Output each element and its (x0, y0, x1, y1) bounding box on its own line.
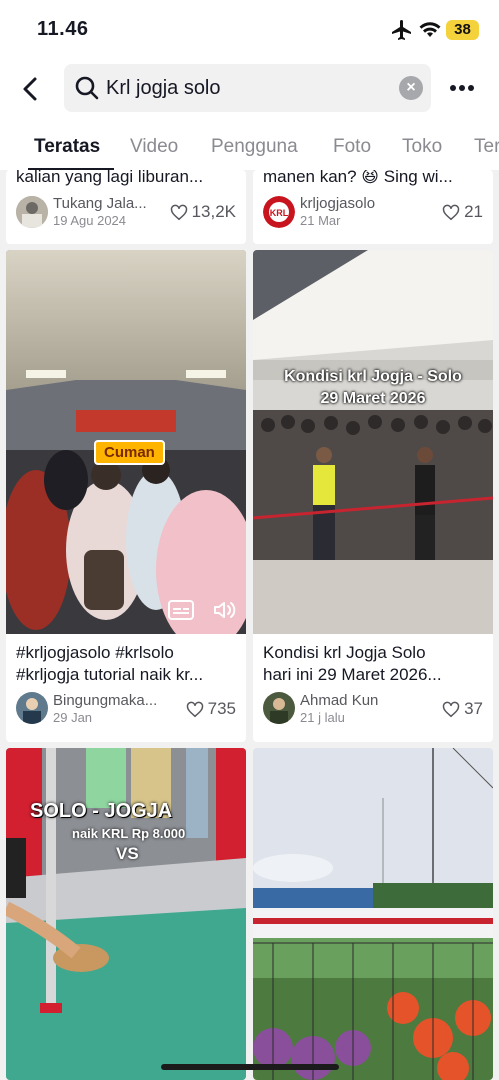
avatar[interactable]: KRL (263, 196, 295, 228)
like-count[interactable]: 37 (442, 699, 483, 719)
status-bar: 11.46 38 (0, 0, 499, 60)
photo-thumbnail[interactable] (253, 748, 493, 1080)
heart-icon (442, 204, 460, 220)
wifi-icon (419, 22, 441, 37)
overlay-title: SOLO - JOGJA (30, 800, 173, 822)
result-card[interactable]: Cuman #krljogjasolo #krlsolo #krljogja t… (6, 250, 246, 742)
video-thumbnail[interactable]: Kondisi krl Jogja - Solo 29 Maret 2026 (253, 250, 493, 634)
result-card[interactable]: Kondisi krl Jogja - Solo 29 Maret 2026 K… (253, 250, 493, 742)
back-arrow-icon[interactable] (16, 74, 46, 104)
card-caption: manen kan? 😆 Sing wi... (263, 170, 453, 186)
status-time: 11.46 (37, 18, 89, 40)
card-date: 21 j lalu (300, 710, 345, 725)
heart-icon (170, 204, 187, 220)
search-bar[interactable]: Krl jogja solo × (64, 64, 431, 112)
heart-icon (186, 701, 203, 717)
video-thumbnail[interactable]: SOLO - JOGJA naik KRL Rp 8.000 VS (6, 748, 246, 1080)
like-count[interactable]: 13,2K (170, 202, 236, 222)
card-caption-line2: #krljogja tutorial naik kr... (16, 665, 204, 684)
card-caption: #krljogjasolo #krlsolo (16, 643, 174, 662)
search-tabs: Teratas Video Pengguna Foto Toko Ter (0, 130, 499, 170)
video-thumbnail[interactable]: Cuman (6, 250, 246, 634)
avatar[interactable] (263, 692, 295, 724)
overlay-title: Kondisi krl Jogja - Solo (284, 368, 462, 385)
tab-teratas[interactable]: Teratas (34, 136, 100, 158)
result-card[interactable] (253, 748, 493, 1080)
clear-search-icon[interactable]: × (399, 76, 423, 100)
search-input[interactable]: Krl jogja solo (106, 77, 221, 100)
card-caption: Kondisi krl Jogja Solo (263, 643, 426, 662)
captions-icon[interactable] (168, 600, 194, 620)
svg-text:KRL: KRL (270, 208, 289, 218)
tab-pengguna[interactable]: Pengguna (211, 136, 298, 158)
more-options-icon[interactable] (449, 84, 475, 92)
card-author[interactable]: krljogjasolo (300, 195, 410, 212)
volume-icon[interactable] (212, 598, 236, 622)
tab-toko[interactable]: Toko (402, 136, 442, 158)
tab-video[interactable]: Video (130, 136, 178, 158)
like-count[interactable]: 735 (186, 699, 236, 719)
tab-foto[interactable]: Foto (333, 136, 371, 158)
avatar[interactable] (16, 196, 48, 228)
search-header: Krl jogja solo × Teratas Video Pengguna … (0, 60, 499, 170)
search-icon (75, 76, 99, 100)
card-author[interactable]: Tukang Jala... (53, 195, 163, 212)
card-date: 29 Jan (53, 710, 93, 725)
overlay-subtitle: 29 Maret 2026 (320, 390, 426, 407)
overlay-vs: VS (116, 844, 139, 863)
battery-indicator: 38 (446, 20, 479, 40)
card-author[interactable]: Bingungmaka... (53, 692, 168, 709)
card-caption-line2: hari ini 29 Maret 2026... (263, 665, 442, 684)
card-date: 21 Mar (300, 213, 341, 228)
tab-more[interactable]: Ter (474, 136, 499, 158)
result-card[interactable]: kalian yang lagi liburan... Tukang Jala.… (6, 170, 246, 244)
avatar[interactable] (16, 692, 48, 724)
overlay-sticker: Cuman (94, 440, 165, 465)
home-indicator[interactable] (161, 1064, 339, 1070)
like-count[interactable]: 21 (442, 202, 483, 222)
card-caption: kalian yang lagi liburan... (16, 170, 204, 186)
card-author[interactable]: Ahmad Kun (300, 692, 415, 709)
result-card[interactable]: manen kan? 😆 Sing wi... KRL krljogjasolo… (253, 170, 493, 244)
result-card[interactable]: SOLO - JOGJA naik KRL Rp 8.000 VS (6, 748, 246, 1080)
card-date: 19 Agu 2024 (53, 213, 127, 228)
heart-icon (442, 701, 460, 717)
airplane-icon (392, 20, 411, 40)
overlay-subtitle: naik KRL Rp 8.000 (72, 826, 186, 841)
